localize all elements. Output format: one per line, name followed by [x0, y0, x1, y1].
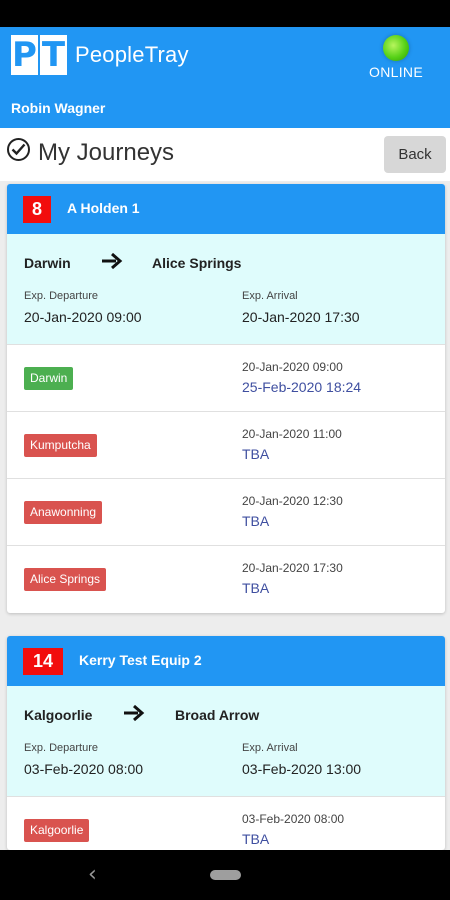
- vehicle-name: Kerry Test Equip 2: [79, 652, 202, 668]
- back-button[interactable]: Back: [384, 136, 446, 173]
- journey-card[interactable]: 14 Kerry Test Equip 2 Kalgoorlie Broad A…: [7, 636, 445, 850]
- vehicle-name: A Holden 1: [67, 200, 140, 216]
- arrow-right-icon: [101, 252, 123, 275]
- stop-chip: Kumputcha: [24, 434, 97, 457]
- stop-scheduled-time: 20-Jan-2020 17:30: [242, 561, 343, 575]
- route-destination: Alice Springs: [152, 255, 242, 271]
- stop-actual-time: TBA: [242, 831, 270, 847]
- app-logo: P T PeopleTray: [11, 35, 189, 75]
- journey-card-header: 14 Kerry Test Equip 2: [7, 636, 445, 686]
- stop-actual-time: TBA: [242, 513, 270, 529]
- stop-row[interactable]: Anawonning 20-Jan-2020 12:30 TBA: [7, 479, 445, 546]
- departure-value: 20-Jan-2020 09:00: [24, 309, 142, 325]
- stop-scheduled-time: 20-Jan-2020 09:00: [242, 360, 343, 374]
- stop-chip: Anawonning: [24, 501, 103, 524]
- nav-home-pill-icon[interactable]: [210, 870, 241, 880]
- page-title: My Journeys: [38, 139, 175, 166]
- arrival-value: 20-Jan-2020 17:30: [242, 309, 360, 325]
- stop-actual-time: TBA: [242, 446, 270, 462]
- logo-letter-p: P: [11, 35, 38, 75]
- route-origin: Darwin: [24, 255, 71, 271]
- journey-card-header: 8 A Holden 1: [7, 184, 445, 234]
- departure-label: Exp. Departure: [24, 742, 98, 754]
- logo-letter-t: T: [40, 35, 67, 75]
- stop-row[interactable]: Alice Springs 20-Jan-2020 17:30 TBA: [7, 546, 445, 613]
- departure-value: 03-Feb-2020 08:00: [24, 761, 144, 777]
- stop-actual-time: 25-Feb-2020 18:24: [242, 379, 362, 395]
- stop-scheduled-time: 20-Jan-2020 11:00: [242, 427, 342, 441]
- nav-back-icon[interactable]: ‹: [88, 862, 97, 887]
- journey-number-badge: 8: [23, 196, 51, 223]
- check-circle-icon: [7, 138, 30, 161]
- journey-summary: Darwin Alice Springs Exp. Departure 20-J…: [7, 234, 445, 345]
- stop-row[interactable]: Kalgoorlie 03-Feb-2020 08:00 TBA: [7, 797, 445, 850]
- journey-summary: Kalgoorlie Broad Arrow Exp. Departure 03…: [7, 686, 445, 797]
- stop-row[interactable]: Kumputcha 20-Jan-2020 11:00 TBA: [7, 412, 445, 479]
- stop-scheduled-time: 03-Feb-2020 08:00: [242, 812, 345, 826]
- route-destination: Broad Arrow: [175, 707, 260, 723]
- stop-chip: Alice Springs: [24, 568, 107, 591]
- journey-number-badge: 14: [23, 648, 63, 675]
- stop-chip: Darwin: [24, 367, 74, 390]
- arrival-value: 03-Feb-2020 13:00: [242, 761, 362, 777]
- stop-actual-time: TBA: [242, 580, 270, 596]
- arrow-right-icon: [123, 704, 145, 727]
- app-name: PeopleTray: [75, 42, 189, 67]
- page-header: My Journeys Back: [0, 128, 450, 181]
- online-label: ONLINE: [369, 64, 423, 80]
- arrival-label: Exp. Arrival: [242, 290, 298, 302]
- route-origin: Kalgoorlie: [24, 707, 93, 723]
- stop-chip: Kalgoorlie: [24, 819, 90, 842]
- arrival-label: Exp. Arrival: [242, 742, 298, 754]
- stop-scheduled-time: 20-Jan-2020 12:30: [242, 494, 343, 508]
- connection-status: ONLINE: [368, 35, 424, 80]
- online-indicator-icon: [383, 35, 409, 61]
- app-header: P T PeopleTray ONLINE Robin Wagner: [0, 27, 450, 128]
- logo-mark-icon: P T: [11, 35, 69, 75]
- system-nav-bar: ‹: [0, 850, 450, 900]
- status-bar: [0, 0, 450, 27]
- journey-card[interactable]: 8 A Holden 1 Darwin Alice Springs Exp. D…: [7, 184, 445, 613]
- stop-row[interactable]: Darwin 20-Jan-2020 09:00 25-Feb-2020 18:…: [7, 345, 445, 412]
- user-name: Robin Wagner: [11, 100, 106, 116]
- departure-label: Exp. Departure: [24, 290, 98, 302]
